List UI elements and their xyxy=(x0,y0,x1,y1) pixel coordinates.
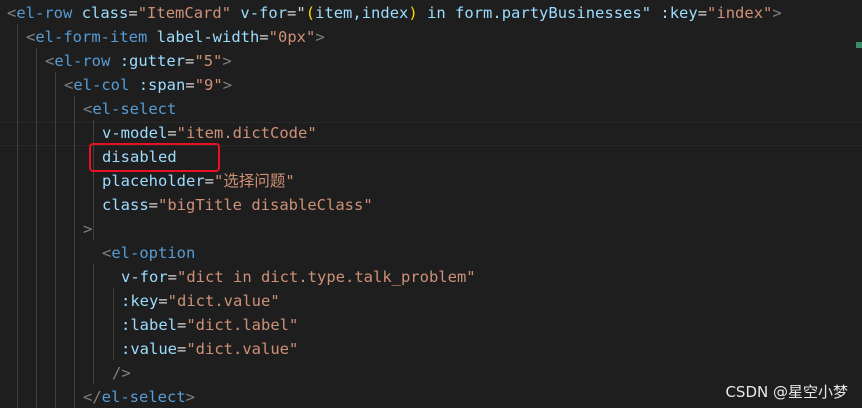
token-eq: = xyxy=(167,124,177,142)
code-line-2[interactable]: <el-form-item label-width="0px"> xyxy=(26,25,325,49)
scrollbar-marker xyxy=(856,42,862,48)
token-string: "dict.label" xyxy=(186,316,299,334)
code-line-5[interactable]: <el-select xyxy=(83,97,176,121)
indent-guide-5 xyxy=(93,120,94,240)
token-eq: =" xyxy=(287,4,306,22)
code-line-12[interactable]: v-for="dict in dict.type.talk_problem" xyxy=(121,265,476,289)
token-attr: label-width xyxy=(156,28,260,46)
code-line-16[interactable]: /> xyxy=(112,361,131,385)
code-line-8[interactable]: placeholder="选择问题" xyxy=(102,169,295,193)
token-eq: = xyxy=(158,292,168,310)
token-punct: > xyxy=(83,220,93,238)
token-attr: :value xyxy=(121,340,177,358)
token-eq: = xyxy=(185,76,195,94)
indent-guide-3 xyxy=(55,72,56,408)
token-eq: = xyxy=(259,28,269,46)
code-line-9[interactable]: class="bigTitle disableClass" xyxy=(102,193,373,217)
token-punct: /> xyxy=(112,364,131,382)
token-eq: = xyxy=(177,340,187,358)
token-string: "dict.value" xyxy=(186,340,299,358)
token-tag: el-col xyxy=(73,76,130,94)
indent-guide-7 xyxy=(113,288,114,360)
token-attr: :key xyxy=(121,292,159,310)
token-attr: :label xyxy=(121,316,177,334)
token-eq: = xyxy=(697,4,708,22)
indent-guide-2 xyxy=(36,48,37,408)
token-tag: el-row xyxy=(16,4,73,22)
token-punct: > xyxy=(315,28,325,46)
indent-guide-6 xyxy=(93,264,94,384)
token-tag: el-select xyxy=(101,388,186,406)
disabled-highlight-box xyxy=(89,143,220,172)
token-punct: > xyxy=(222,52,232,70)
token-tag: el-select xyxy=(92,100,177,118)
token-loop-vars: item,index xyxy=(315,4,409,22)
code-line-1[interactable]: <el-row class="ItemCard" v-for="(item,in… xyxy=(7,1,782,25)
token-loop-rest: in form.partyBusinesses" xyxy=(417,4,652,22)
token-attr: class xyxy=(81,4,129,22)
token-attr: :gutter xyxy=(119,52,186,70)
token-eq: = xyxy=(177,316,187,334)
token-punct: < xyxy=(64,76,74,94)
token-attr: v-for xyxy=(121,268,168,286)
code-line-13[interactable]: :key="dict.value" xyxy=(121,289,280,313)
token-punct: > xyxy=(185,388,196,406)
token-string: "dict.value" xyxy=(167,292,280,310)
token-attr: class xyxy=(102,196,149,214)
csdn-watermark: CSDN @星空小梦 xyxy=(725,383,848,401)
token-punct: > xyxy=(222,76,233,94)
token-eq: = xyxy=(185,52,195,70)
token-string: "dict in dict.type.talk_problem" xyxy=(177,268,476,286)
token-attr: v-model xyxy=(102,124,168,142)
token-string: "index" xyxy=(707,4,773,22)
token-punct: < xyxy=(45,52,55,70)
token-tag: el-form-item xyxy=(35,28,148,46)
token-punct: < xyxy=(102,244,112,262)
token-string: "9" xyxy=(194,76,223,94)
token-string: "选择问题" xyxy=(214,172,295,190)
token-punct: < xyxy=(83,100,93,118)
code-editor[interactable]: <el-row class="ItemCard" v-for="(item,in… xyxy=(0,0,862,408)
token-eq: = xyxy=(204,172,214,190)
token-attr: v-for xyxy=(240,4,288,22)
token-attr: :span xyxy=(138,76,186,94)
code-line-14[interactable]: :label="dict.label" xyxy=(121,313,298,337)
token-bracket: ( xyxy=(305,4,316,22)
token-punct: > xyxy=(772,4,782,22)
code-line-3[interactable]: <el-row :gutter="5"> xyxy=(45,49,232,73)
token-attr: placeholder xyxy=(102,172,205,190)
code-line-17[interactable]: </el-select> xyxy=(83,385,195,408)
token-bracket: ) xyxy=(408,4,418,22)
token-string: "ItemCard" xyxy=(137,4,232,22)
code-line-4[interactable]: <el-col :span="9"> xyxy=(64,73,232,97)
code-line-10[interactable]: > xyxy=(83,217,92,241)
token-string: "bigTitle disableClass" xyxy=(158,196,373,214)
token-eq: = xyxy=(167,268,178,286)
token-punct: < xyxy=(7,4,17,22)
token-punct: < xyxy=(26,28,36,46)
token-eq: = xyxy=(128,4,138,22)
token-tag: el-option xyxy=(111,244,196,262)
code-line-11[interactable]: <el-option xyxy=(102,241,195,265)
code-line-6[interactable]: v-model="item.dictCode" xyxy=(102,121,317,145)
indent-guide-4 xyxy=(74,96,75,408)
token-attr: :key xyxy=(660,4,698,22)
token-string: "5" xyxy=(194,52,223,70)
token-punct: </ xyxy=(83,388,102,406)
token-eq: = xyxy=(148,196,159,214)
token-string: "0px" xyxy=(268,28,316,46)
code-line-15[interactable]: :value="dict.value" xyxy=(121,337,298,361)
indent-guide-1 xyxy=(17,24,18,408)
token-string: "item.dictCode" xyxy=(176,124,317,142)
token-tag: el-row xyxy=(54,52,111,70)
